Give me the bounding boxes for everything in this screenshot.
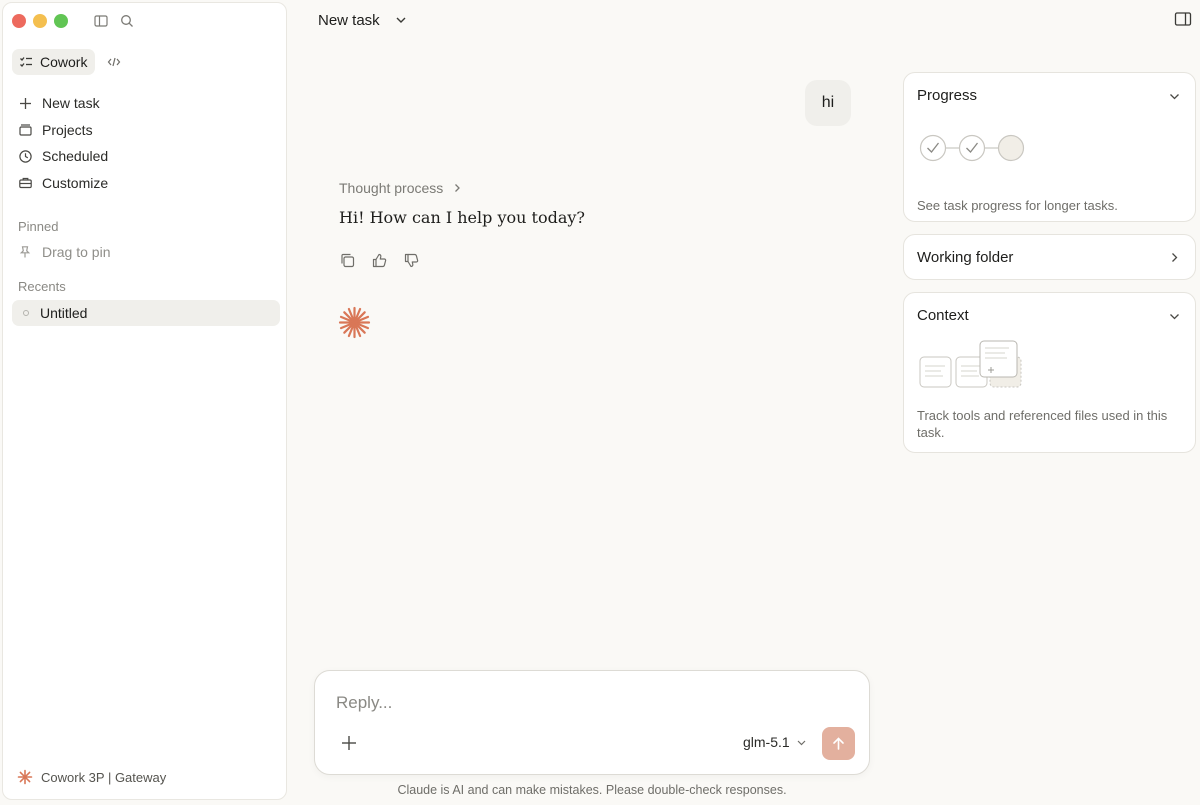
message-actions: [339, 252, 420, 269]
chevron-right-icon: [1168, 251, 1181, 264]
recent-item-untitled[interactable]: Untitled: [12, 300, 280, 326]
maximize-window-button[interactable]: [54, 14, 68, 28]
send-button[interactable]: [822, 727, 855, 760]
status-dot-icon: [23, 310, 29, 316]
pin-icon: [18, 245, 32, 259]
code-mode-button[interactable]: [103, 51, 125, 73]
cowork-mode-button[interactable]: Cowork: [12, 49, 96, 75]
cowork-mode-label: Cowork: [40, 54, 88, 70]
plus-icon: [18, 96, 33, 111]
working-folder-card[interactable]: Working folder: [903, 234, 1196, 280]
copy-icon[interactable]: [339, 252, 356, 269]
code-icon: [107, 55, 121, 69]
recent-item-label: Untitled: [40, 305, 88, 321]
progress-title: Progress: [917, 87, 978, 104]
task-title-dropdown[interactable]: New task: [318, 9, 408, 31]
progress-description: See task progress for longer tasks.: [917, 198, 1118, 213]
model-selector[interactable]: glm-5.1: [743, 734, 807, 750]
chevron-down-icon[interactable]: [1168, 90, 1181, 103]
minimize-window-button[interactable]: [33, 14, 47, 28]
sidebar-item-label: Scheduled: [42, 148, 109, 165]
drag-to-pin-zone[interactable]: Drag to pin: [18, 244, 110, 260]
working-folder-title: Working folder: [917, 249, 1014, 266]
workspace-switcher[interactable]: Cowork 3P | Gateway: [17, 769, 166, 785]
checklist-icon: [19, 55, 33, 69]
sidebar-toggle-icon[interactable]: [93, 13, 109, 29]
thought-process-label: Thought process: [339, 180, 444, 196]
sidebar-item-label: Customize: [42, 174, 109, 191]
assistant-message-text: Hi! How can I help you today?: [339, 208, 585, 227]
progress-steps-illustration: [919, 133, 1025, 163]
drag-to-pin-label: Drag to pin: [42, 244, 111, 260]
sidebar-item-label: Projects: [42, 121, 93, 138]
chevron-down-icon: [394, 13, 408, 27]
context-title: Context: [917, 307, 969, 324]
user-message-text: hi: [821, 94, 835, 111]
arrow-up-icon: [831, 736, 846, 751]
chevron-down-icon: [796, 737, 807, 748]
pinned-section-label: Pinned: [18, 219, 59, 234]
right-panel-toggle-icon[interactable]: [1174, 11, 1192, 27]
sidebar-item-scheduled[interactable]: Scheduled: [12, 143, 280, 170]
recents-section-label: Recents: [18, 279, 66, 294]
thought-process-toggle[interactable]: Thought process: [339, 180, 462, 196]
context-files-illustration: [919, 339, 1023, 391]
sidebar-item-new-task[interactable]: New task: [12, 90, 280, 117]
sidebar: Cowork New task Projects Scheduled Custo…: [2, 2, 287, 800]
toolbox-icon: [18, 175, 33, 190]
claude-spark-icon: [17, 769, 33, 785]
context-description: Track tools and referenced files used in…: [917, 408, 1168, 440]
folder-icon: [18, 122, 33, 137]
clock-icon: [18, 149, 33, 164]
context-card[interactable]: Context Track tools and referenced files…: [903, 292, 1196, 453]
search-icon[interactable]: [119, 13, 135, 29]
progress-card[interactable]: Progress See task progress for longer ta…: [903, 72, 1196, 222]
sidebar-item-label: New task: [42, 95, 100, 112]
workspace-label: Cowork 3P | Gateway: [41, 769, 167, 785]
composer: glm-5.1: [314, 670, 870, 775]
sidebar-item-projects[interactable]: Projects: [12, 117, 280, 144]
model-name: glm-5.1: [743, 734, 790, 750]
sidebar-nav: New task Projects Scheduled Customize: [12, 90, 280, 196]
page-title: New task: [318, 11, 380, 29]
claude-spark-icon: [338, 306, 371, 339]
thumbs-up-icon[interactable]: [371, 252, 388, 269]
add-attachment-icon[interactable]: [340, 734, 358, 752]
sidebar-item-customize[interactable]: Customize: [12, 170, 280, 197]
close-window-button[interactable]: [12, 14, 26, 28]
chevron-right-icon: [452, 183, 462, 193]
chevron-down-icon[interactable]: [1168, 310, 1181, 323]
window-controls: [12, 14, 68, 28]
reply-input[interactable]: [336, 693, 736, 713]
disclaimer-text: Claude is AI and can make mistakes. Plea…: [397, 783, 787, 797]
thumbs-down-icon[interactable]: [403, 252, 420, 269]
user-message-bubble: hi: [805, 80, 851, 126]
